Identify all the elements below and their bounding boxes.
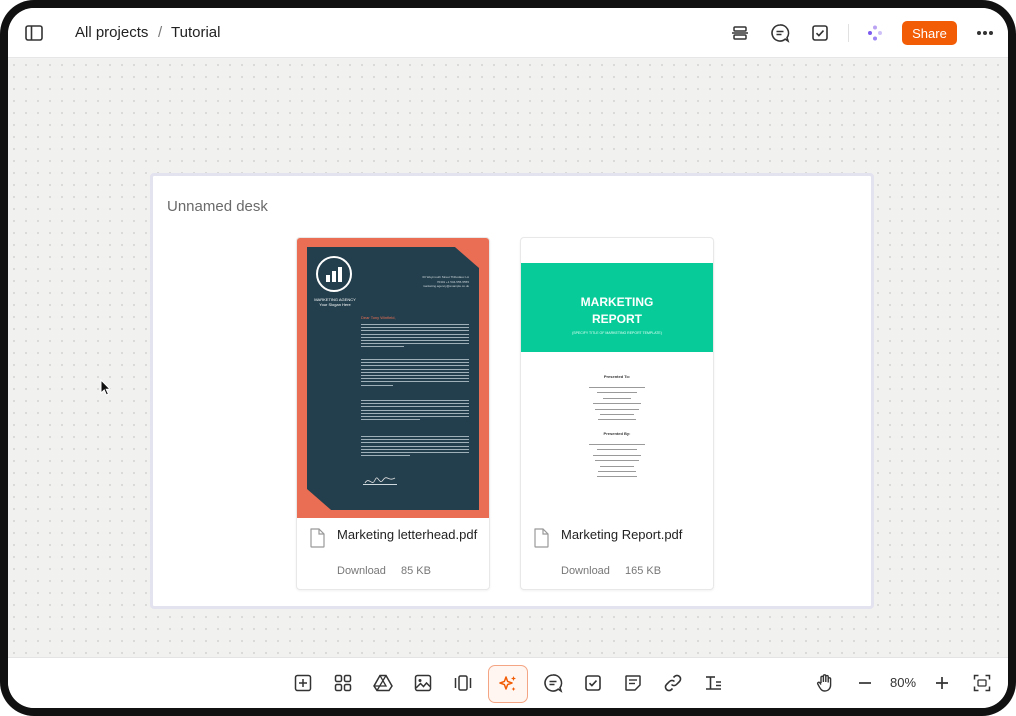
ai-assistant-button[interactable]: [488, 665, 528, 703]
letterhead-paragraph: [361, 359, 469, 388]
image-icon[interactable]: [412, 672, 434, 694]
report-presented-to: Presented To:: [603, 374, 631, 379]
ai-dots-icon[interactable]: [863, 21, 887, 45]
carousel-icon[interactable]: [452, 672, 474, 694]
zoom-in-icon[interactable]: [931, 672, 953, 694]
breadcrumb-all-projects[interactable]: All projects: [75, 24, 148, 41]
comment-icon[interactable]: [542, 672, 564, 694]
file-card-report[interactable]: MARKETING REPORT (SPECIFY TITLE OF MARKE…: [520, 237, 714, 590]
document-icon: [533, 528, 549, 548]
document-icon: [309, 528, 325, 548]
sidebar-toggle-icon[interactable]: [22, 21, 46, 45]
file-meta: Download 85 KB: [337, 565, 443, 577]
app-screen: All projects / Tutorial Share Unnamed de…: [8, 8, 1008, 708]
letterhead-agency: MARKETING AGENCY Your Slogan Here: [314, 297, 356, 307]
zoom-out-icon[interactable]: [854, 672, 876, 694]
file-name[interactable]: Marketing Report.pdf: [561, 527, 682, 542]
share-button[interactable]: Share: [902, 21, 957, 45]
apps-icon[interactable]: [332, 672, 354, 694]
file-size: 165 KB: [624, 565, 662, 577]
letterhead-paragraph: [361, 436, 469, 458]
top-bar: All projects / Tutorial Share: [8, 8, 1008, 58]
breadcrumb-current-page: Tutorial: [171, 24, 221, 41]
report-author-lines: [589, 444, 645, 482]
file-size: 85 KB: [400, 565, 431, 577]
drive-icon[interactable]: [372, 672, 394, 694]
comment-icon[interactable]: [768, 21, 792, 45]
letterhead-address: 60 Weymouth Street Thibodaux LA 70301 +1…: [422, 275, 469, 288]
toolbar-divider: [848, 24, 849, 42]
letterhead-greeting: Dear Tony Winfield,: [361, 315, 396, 320]
report-recipient-lines: [589, 387, 645, 425]
file-meta: Download 165 KB: [561, 565, 673, 577]
download-link[interactable]: Download: [337, 565, 386, 577]
breadcrumb-separator: /: [158, 24, 163, 41]
letterhead-paragraph: [361, 400, 469, 422]
agency-logo-icon: [316, 256, 352, 292]
mouse-cursor-icon: [100, 379, 112, 396]
text-icon[interactable]: [702, 672, 724, 694]
checkbox-icon[interactable]: [808, 21, 832, 45]
note-icon[interactable]: [622, 672, 644, 694]
report-subtitle: (SPECIFY TITLE OF MARKETING REPORT TEMPL…: [572, 331, 662, 335]
more-icon[interactable]: [973, 21, 997, 45]
desk-container[interactable]: Unnamed desk MARKETING AGENCY Your Sloga…: [150, 173, 874, 609]
checkbox-icon[interactable]: [582, 672, 604, 694]
bottom-toolbar: 80%: [8, 657, 1008, 708]
file-name[interactable]: Marketing letterhead.pdf: [337, 527, 477, 542]
align-icon[interactable]: [728, 21, 752, 45]
file-thumbnail-letterhead[interactable]: MARKETING AGENCY Your Slogan Here 60 Wey…: [297, 238, 489, 518]
zoom-level[interactable]: 80%: [890, 675, 916, 690]
letterhead-paragraph: [361, 324, 469, 350]
fit-screen-icon[interactable]: [971, 672, 993, 694]
report-title: MARKETING REPORT: [580, 295, 654, 326]
letterhead-page: MARKETING AGENCY Your Slogan Here 60 Wey…: [307, 247, 479, 510]
file-card-letterhead[interactable]: MARKETING AGENCY Your Slogan Here 60 Wey…: [296, 237, 490, 590]
file-thumbnail-report[interactable]: MARKETING REPORT (SPECIFY TITLE OF MARKE…: [521, 238, 713, 518]
desk-title[interactable]: Unnamed desk: [167, 198, 268, 215]
hand-icon[interactable]: [814, 672, 836, 694]
signature-icon: [363, 473, 397, 485]
report-presented-by: Presented By:: [603, 431, 631, 436]
download-link[interactable]: Download: [561, 565, 610, 577]
canvas[interactable]: Unnamed desk MARKETING AGENCY Your Sloga…: [8, 59, 1008, 657]
ai-sparkle-icon: [499, 676, 516, 691]
add-frame-icon[interactable]: [292, 672, 314, 694]
link-icon[interactable]: [662, 672, 684, 694]
device-frame: All projects / Tutorial Share Unnamed de…: [0, 0, 1016, 716]
